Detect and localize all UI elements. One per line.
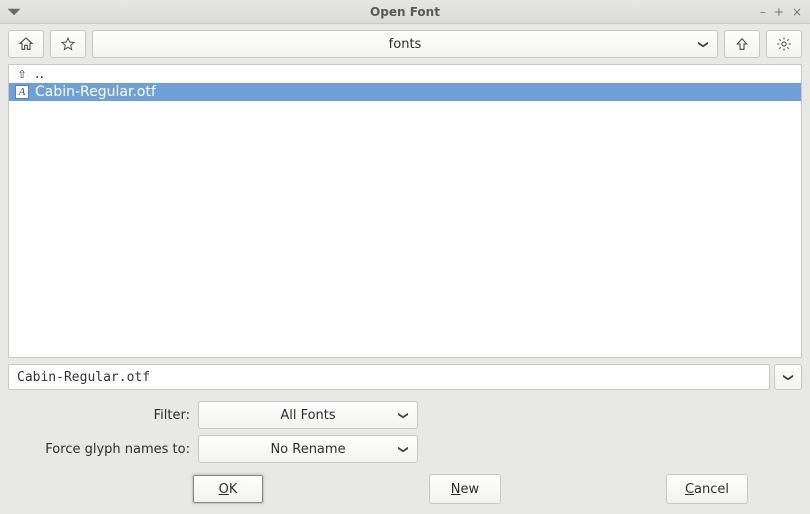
home-icon	[18, 36, 34, 52]
maximize-icon[interactable]: +	[774, 5, 784, 19]
path-dropdown[interactable]: fonts ❯	[92, 30, 718, 58]
chevron-down-icon: ❯	[782, 373, 793, 381]
filename-row: ❯	[8, 364, 802, 390]
star-icon	[60, 36, 76, 52]
rename-value: No Rename	[270, 442, 345, 457]
rename-label: Force glyph names to:	[8, 442, 198, 457]
filter-dropdown[interactable]: All Fonts ❯	[198, 401, 418, 429]
options-area: Filter: All Fonts ❯ Force glyph names to…	[8, 398, 802, 466]
titlebar: Open Font – + ×	[0, 0, 810, 24]
window-title: Open Font	[0, 5, 810, 19]
dialog-actions: OK New Cancel	[0, 466, 810, 514]
ok-button[interactable]: OK	[192, 474, 264, 504]
file-row[interactable]: A Cabin-Regular.otf	[9, 83, 801, 101]
toolbar: fonts ❯	[0, 24, 810, 64]
filename-input[interactable]	[8, 364, 770, 390]
gear-icon	[776, 36, 792, 52]
cancel-button[interactable]: Cancel	[666, 474, 748, 504]
path-label: fonts	[389, 37, 422, 52]
up-directory-button[interactable]	[724, 30, 760, 58]
close-icon[interactable]: ×	[792, 5, 802, 19]
system-menu-icon[interactable]	[6, 4, 22, 20]
home-button[interactable]	[8, 30, 44, 58]
settings-button[interactable]	[766, 30, 802, 58]
parent-directory-row[interactable]: ⇧ ..	[9, 65, 801, 83]
chevron-down-icon: ❯	[397, 445, 408, 453]
filter-label: Filter:	[8, 408, 198, 423]
new-button[interactable]: New	[429, 474, 501, 504]
file-list[interactable]: ⇧ .. A Cabin-Regular.otf	[8, 64, 802, 358]
parent-directory-label: ..	[35, 66, 44, 82]
rename-dropdown[interactable]: No Rename ❯	[198, 435, 418, 463]
filename-history-button[interactable]: ❯	[774, 364, 802, 390]
bookmark-button[interactable]	[50, 30, 86, 58]
window-controls: – + ×	[760, 5, 810, 19]
font-file-icon: A	[15, 85, 29, 99]
minimize-icon[interactable]: –	[760, 5, 766, 19]
filter-value: All Fonts	[280, 408, 335, 423]
chevron-down-icon: ❯	[397, 411, 408, 419]
chevron-down-icon: ❯	[697, 40, 708, 48]
up-arrow-icon: ⇧	[15, 67, 29, 81]
up-arrow-icon	[734, 36, 750, 52]
file-name-label: Cabin-Regular.otf	[35, 84, 156, 100]
